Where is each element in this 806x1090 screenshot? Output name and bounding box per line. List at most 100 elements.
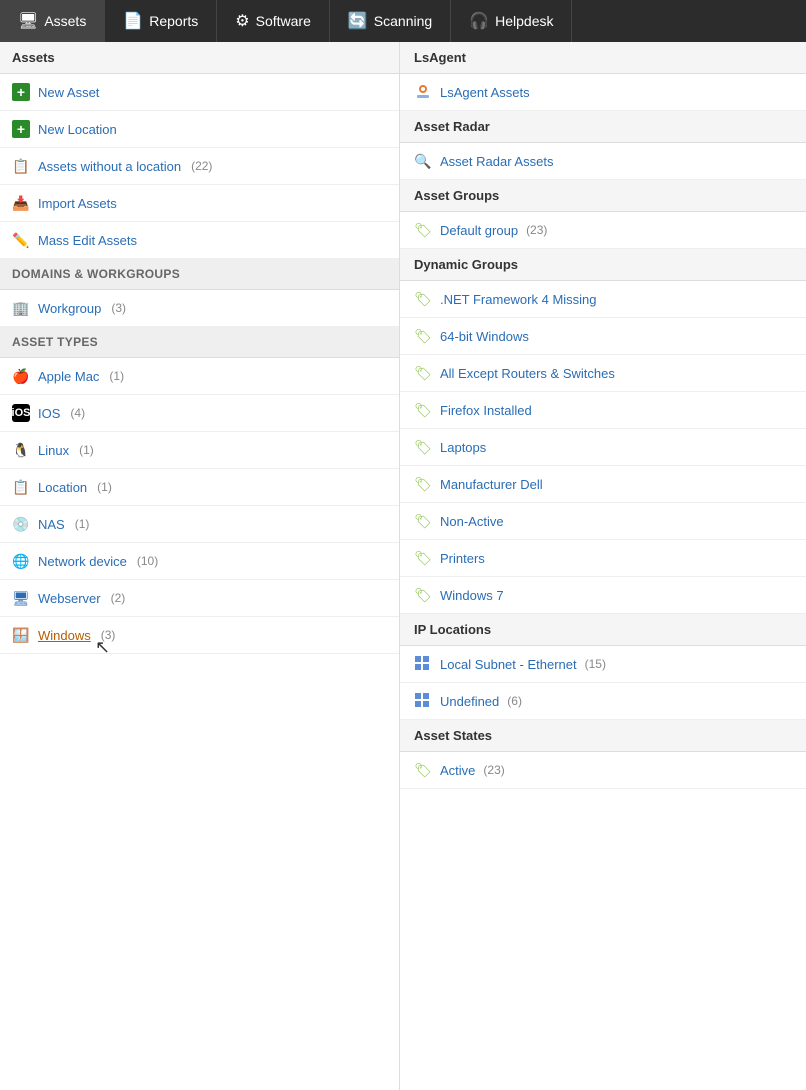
- nav-assets-label: Assets: [44, 13, 86, 29]
- nav-scanning[interactable]: 🔄 Scanning: [330, 0, 451, 42]
- top-nav: 🖥 Assets 📄 Reports ⚙ Software 🔄 Scanning…: [0, 0, 806, 42]
- undefined-label: Undefined: [440, 694, 499, 709]
- manufacturer-dell-label: Manufacturer Dell: [440, 477, 543, 492]
- undefined-icon: [414, 692, 432, 710]
- ios-item[interactable]: iOS IOS (4): [0, 395, 399, 432]
- nav-helpdesk[interactable]: 🎧 Helpdesk: [451, 0, 572, 42]
- workgroup-label: Workgroup: [38, 301, 101, 316]
- active-count: (23): [483, 763, 504, 777]
- assets-list-icon: 📋: [12, 157, 30, 175]
- default-group-count: (23): [526, 223, 547, 237]
- 64bit-windows-item[interactable]: 🏷 64-bit Windows: [400, 318, 806, 355]
- active-tag-icon: 🏷: [414, 761, 432, 779]
- mass-edit-icon: ✏️: [12, 231, 30, 249]
- import-assets-icon: 📥: [12, 194, 30, 212]
- assets-without-location-count: (22): [191, 159, 212, 173]
- webserver-count: (2): [111, 591, 126, 605]
- scanning-icon: 🔄: [348, 11, 368, 31]
- location-item[interactable]: 📋 Location (1): [0, 469, 399, 506]
- nav-software-label: Software: [256, 13, 311, 29]
- ios-icon: iOS: [12, 404, 30, 422]
- new-asset-item[interactable]: + New Asset: [0, 74, 399, 111]
- linux-icon: 🐧: [12, 441, 30, 459]
- asset-radar-assets-label: Asset Radar Assets: [440, 154, 553, 169]
- apple-mac-item[interactable]: 🍎 Apple Mac (1): [0, 358, 399, 395]
- new-location-icon: +: [12, 120, 30, 138]
- lsagent-assets-label: LsAgent Assets: [440, 85, 530, 100]
- apple-mac-count: (1): [109, 369, 124, 383]
- firefox-installed-label: Firefox Installed: [440, 403, 532, 418]
- laptops-label: Laptops: [440, 440, 486, 455]
- nas-label: NAS: [38, 517, 65, 532]
- local-subnet-count: (15): [585, 657, 606, 671]
- domains-header: Domains & Workgroups: [0, 259, 399, 290]
- windows-item[interactable]: 🪟 Windows (3) ↖: [0, 617, 399, 654]
- net-framework-item[interactable]: 🏷 .NET Framework 4 Missing: [400, 281, 806, 318]
- nav-reports[interactable]: 📄 Reports: [105, 0, 217, 42]
- printers-item[interactable]: 🏷 Printers: [400, 540, 806, 577]
- non-active-icon: 🏷: [414, 512, 432, 530]
- linux-item[interactable]: 🐧 Linux (1): [0, 432, 399, 469]
- asset-types-header: Asset Types: [0, 327, 399, 358]
- all-except-routers-label: All Except Routers & Switches: [440, 366, 615, 381]
- network-device-count: (10): [137, 554, 158, 568]
- local-subnet-item[interactable]: Local Subnet - Ethernet (15): [400, 646, 806, 683]
- undefined-item[interactable]: Undefined (6): [400, 683, 806, 720]
- ios-label: IOS: [38, 406, 60, 421]
- net-framework-icon: 🏷: [414, 290, 432, 308]
- windows7-label: Windows 7: [440, 588, 504, 603]
- assets-icon: 🖥: [18, 11, 38, 31]
- assets-without-location-item[interactable]: 📋 Assets without a location (22): [0, 148, 399, 185]
- asset-radar-header: Asset Radar: [400, 111, 806, 143]
- webserver-label: Webserver: [38, 591, 101, 606]
- workgroup-item[interactable]: 🏢 Workgroup (3): [0, 290, 399, 327]
- asset-radar-assets-item[interactable]: 🔍 Asset Radar Assets: [400, 143, 806, 180]
- nas-item[interactable]: 💿 NAS (1): [0, 506, 399, 543]
- workgroup-count: (3): [111, 301, 126, 315]
- firefox-installed-item[interactable]: 🏷 Firefox Installed: [400, 392, 806, 429]
- reports-icon: 📄: [123, 11, 143, 31]
- nas-count: (1): [75, 517, 90, 531]
- left-panel: Assets + New Asset + New Location 📋 Asse…: [0, 42, 400, 1090]
- nas-icon: 💿: [12, 515, 30, 533]
- webserver-icon: 🖥: [12, 589, 30, 607]
- new-location-item[interactable]: + New Location: [0, 111, 399, 148]
- local-subnet-label: Local Subnet - Ethernet: [440, 657, 577, 672]
- lsagent-assets-item[interactable]: LsAgent Assets: [400, 74, 806, 111]
- windows7-item[interactable]: 🏷 Windows 7: [400, 577, 806, 614]
- nav-scanning-label: Scanning: [374, 13, 432, 29]
- printers-label: Printers: [440, 551, 485, 566]
- location-icon: 📋: [12, 478, 30, 496]
- right-panel: LsAgent LsAgent Assets Asset Radar 🔍 Ass…: [400, 42, 806, 1090]
- manufacturer-dell-item[interactable]: 🏷 Manufacturer Dell: [400, 466, 806, 503]
- location-count: (1): [97, 480, 112, 494]
- all-except-routers-item[interactable]: 🏷 All Except Routers & Switches: [400, 355, 806, 392]
- asset-groups-header: Asset Groups: [400, 180, 806, 212]
- nav-reports-label: Reports: [149, 13, 198, 29]
- ios-count: (4): [70, 406, 85, 420]
- nav-software[interactable]: ⚙ Software: [217, 0, 330, 42]
- windows-label: Windows: [38, 628, 91, 643]
- assets-section-header: Assets: [0, 42, 399, 74]
- mass-edit-assets-label: Mass Edit Assets: [38, 233, 137, 248]
- mass-edit-assets-item[interactable]: ✏️ Mass Edit Assets: [0, 222, 399, 259]
- import-assets-item[interactable]: 📥 Import Assets: [0, 185, 399, 222]
- firefox-installed-icon: 🏷: [414, 401, 432, 419]
- network-device-item[interactable]: 🌐 Network device (10): [0, 543, 399, 580]
- default-group-label: Default group: [440, 223, 518, 238]
- non-active-item[interactable]: 🏷 Non-Active: [400, 503, 806, 540]
- apple-mac-label: Apple Mac: [38, 369, 99, 384]
- net-framework-label: .NET Framework 4 Missing: [440, 292, 597, 307]
- active-item[interactable]: 🏷 Active (23): [400, 752, 806, 789]
- network-device-icon: 🌐: [12, 552, 30, 570]
- assets-without-location-label: Assets without a location: [38, 159, 181, 174]
- webserver-item[interactable]: 🖥 Webserver (2): [0, 580, 399, 617]
- manufacturer-dell-icon: 🏷: [414, 475, 432, 493]
- 64bit-windows-icon: 🏷: [414, 327, 432, 345]
- ip-locations-header: IP Locations: [400, 614, 806, 646]
- apple-mac-icon: 🍎: [12, 367, 30, 385]
- default-group-item[interactable]: 🏷 Default group (23): [400, 212, 806, 249]
- nav-assets[interactable]: 🖥 Assets: [0, 0, 105, 42]
- laptops-item[interactable]: 🏷 Laptops: [400, 429, 806, 466]
- active-label: Active: [440, 763, 475, 778]
